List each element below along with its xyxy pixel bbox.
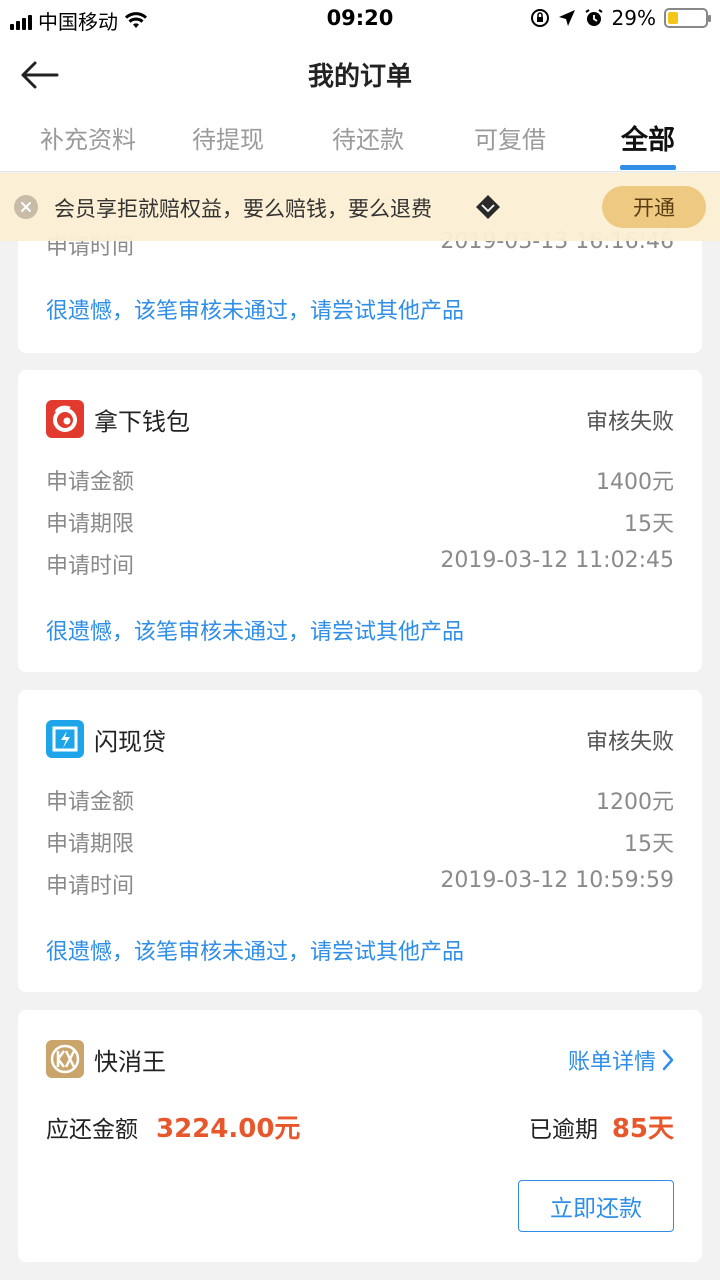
rotation-lock-icon bbox=[530, 9, 549, 27]
tab-reborrow[interactable]: 可复借 bbox=[470, 120, 550, 172]
time-value: 2019-03-12 11:02:45 bbox=[440, 548, 674, 573]
tab-supplement[interactable]: 补充资料 bbox=[36, 120, 140, 172]
time-label: 申请时间 bbox=[46, 874, 135, 899]
battery-percent: 29% bbox=[611, 6, 656, 30]
amount-label: 申请金额 bbox=[46, 790, 135, 815]
membership-banner: 会员享拒就赔权益，要么赔钱，要么退费 开通 bbox=[0, 173, 720, 241]
order-card[interactable]: 闪现贷 审核失败 申请金额 1200元 申请期限 15天 申请时间 2019-0… bbox=[18, 690, 702, 992]
close-icon bbox=[21, 202, 31, 212]
lender-name: 快消王 bbox=[94, 1048, 166, 1076]
time-label: 申请时间 bbox=[46, 554, 135, 579]
location-icon bbox=[558, 10, 575, 26]
term-label: 申请期限 bbox=[46, 512, 135, 537]
diamond-icon bbox=[476, 195, 500, 219]
repay-amount-label: 应还金额 bbox=[46, 1117, 138, 1143]
time-row: 申请时间 2019-03-12 11:02:45 bbox=[46, 548, 674, 579]
activate-button[interactable]: 开通 bbox=[602, 186, 706, 228]
order-list-screen: 中国移动 09:20 29% 我的订单 补充资料 待提现 待还款 可复借 全部 … bbox=[0, 0, 720, 1280]
amount-value: 1200元 bbox=[596, 790, 674, 815]
tab-pending-withdraw[interactable]: 待提现 bbox=[188, 120, 268, 172]
rejection-message: 很遗憾，该笔审核未通过，请尝试其他产品 bbox=[46, 299, 465, 324]
rejection-message: 很遗憾，该笔审核未通过，请尝试其他产品 bbox=[46, 620, 465, 645]
term-label: 申请期限 bbox=[46, 832, 135, 857]
lender-logo-icon bbox=[46, 1040, 84, 1078]
amount-label: 申请金额 bbox=[46, 470, 135, 495]
tab-label: 待还款 bbox=[332, 126, 404, 154]
battery-level bbox=[668, 12, 679, 24]
lender-logo-icon bbox=[46, 720, 84, 758]
bill-details-label: 账单详情 bbox=[567, 1050, 656, 1075]
back-button[interactable] bbox=[14, 50, 64, 100]
back-arrow-icon bbox=[21, 61, 59, 89]
lender-name: 拿下钱包 bbox=[94, 408, 190, 436]
order-card[interactable]: 快消王 账单详情 应还金额 3224.00元 已逾期 85天 立即还款 bbox=[18, 1010, 702, 1262]
lender-logo-icon bbox=[46, 400, 84, 438]
tab-all[interactable]: 全部 bbox=[618, 118, 678, 170]
time-value: 2019-03-12 10:59:59 bbox=[440, 868, 674, 893]
lender-name: 闪现贷 bbox=[94, 728, 166, 756]
overdue-days-value: 85天 bbox=[611, 1114, 674, 1144]
order-status: 审核失败 bbox=[585, 730, 674, 755]
active-tab-indicator bbox=[620, 165, 676, 170]
rejection-message: 很遗憾，该笔审核未通过，请尝试其他产品 bbox=[46, 940, 465, 965]
tab-label: 可复借 bbox=[474, 126, 546, 154]
order-status: 审核失败 bbox=[585, 410, 674, 435]
tab-pending-repay[interactable]: 待还款 bbox=[328, 120, 408, 172]
term-row: 申请期限 15天 bbox=[46, 826, 674, 857]
status-right: 29% bbox=[530, 6, 711, 30]
bill-details-link[interactable]: 账单详情 bbox=[568, 1044, 674, 1076]
term-row: 申请期限 15天 bbox=[46, 506, 674, 537]
order-card[interactable]: 拿下钱包 审核失败 申请金额 1400元 申请期限 15天 申请时间 2019-… bbox=[18, 370, 702, 672]
term-value: 15天 bbox=[624, 832, 674, 857]
tab-label: 全部 bbox=[621, 125, 675, 156]
nav-header: 我的订单 bbox=[0, 36, 720, 112]
tab-label: 待提现 bbox=[192, 126, 264, 154]
status-bar: 中国移动 09:20 29% bbox=[0, 0, 720, 36]
page-title: 我的订单 bbox=[307, 62, 412, 92]
tab-label: 补充资料 bbox=[40, 126, 136, 154]
order-tabs: 补充资料 待提现 待还款 可复借 全部 bbox=[0, 112, 720, 172]
amount-value: 1400元 bbox=[596, 470, 674, 495]
battery-icon bbox=[664, 8, 711, 28]
amount-row: 申请金额 1200元 bbox=[46, 784, 674, 815]
repay-amount-value: 3224.00元 bbox=[156, 1114, 301, 1144]
amount-row: 申请金额 1400元 bbox=[46, 464, 674, 495]
banner-close-button[interactable] bbox=[14, 195, 38, 219]
repay-now-button[interactable]: 立即还款 bbox=[518, 1180, 674, 1232]
overdue-label: 已逾期 bbox=[529, 1117, 598, 1143]
time-row: 申请时间 2019-03-12 10:59:59 bbox=[46, 868, 674, 899]
chevron-right-icon bbox=[662, 1049, 674, 1071]
term-value: 15天 bbox=[624, 512, 674, 537]
banner-text: 会员享拒就赔权益，要么赔钱，要么退费 bbox=[54, 197, 432, 221]
alarm-icon bbox=[584, 9, 603, 26]
